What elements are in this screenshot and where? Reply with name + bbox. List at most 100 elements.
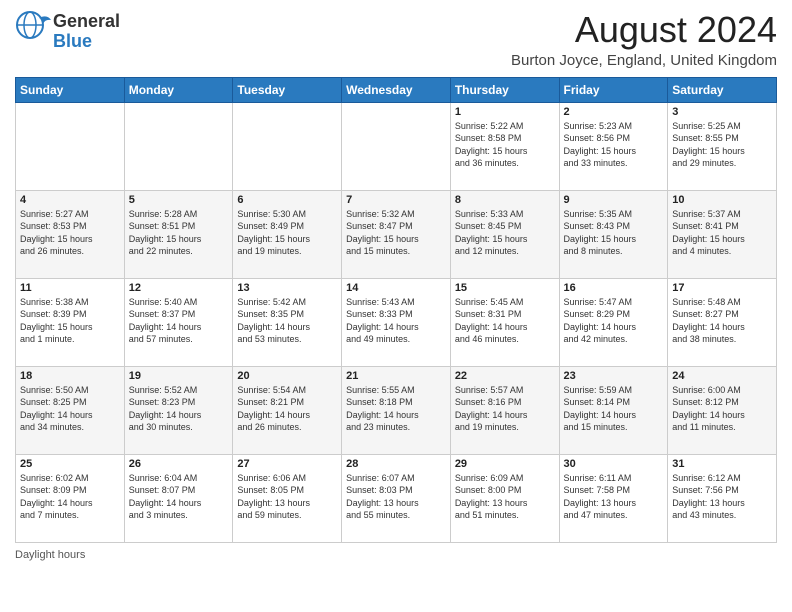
day-info: Sunrise: 5:43 AM Sunset: 8:33 PM Dayligh…	[346, 296, 446, 346]
calendar-week-row: 1Sunrise: 5:22 AM Sunset: 8:58 PM Daylig…	[16, 102, 777, 190]
calendar-week-row: 25Sunrise: 6:02 AM Sunset: 8:09 PM Dayli…	[16, 454, 777, 542]
day-number: 4	[20, 194, 120, 206]
calendar-cell: 30 Sunrise: 6:11 AM Sunset: 7:58 PM Dayli…	[559, 454, 668, 542]
calendar-cell: 17 Sunrise: 5:48 AM Sunset: 8:27 PM Dayli…	[668, 278, 777, 366]
day-info: Sunrise: 5:59 AM Sunset: 8:14 PM Dayligh…	[564, 384, 664, 434]
calendar-cell: 11Sunrise: 5:38 AM Sunset: 8:39 PM Dayli…	[16, 278, 125, 366]
day-info: Sunrise: 6:07 AM Sunset: 8:03 PM Dayligh…	[346, 472, 446, 522]
calendar-week-row: 4 Sunrise: 5:27 AM Sunset: 8:53 PM Daylig…	[16, 190, 777, 278]
day-info: Sunrise: 5:48 AM Sunset: 8:27 PM Dayligh…	[672, 296, 772, 346]
day-number: 10	[672, 194, 772, 206]
calendar-cell: 21 Sunrise: 5:55 AM Sunset: 8:18 PM Dayli…	[342, 366, 451, 454]
calendar-cell: 29Sunrise: 6:09 AM Sunset: 8:00 PM Dayli…	[450, 454, 559, 542]
day-info: Sunrise: 5:50 AM Sunset: 8:25 PM Dayligh…	[20, 384, 120, 434]
day-number: 27	[237, 458, 337, 470]
calendar-cell: 28 Sunrise: 6:07 AM Sunset: 8:03 PM Dayli…	[342, 454, 451, 542]
day-number: 30	[564, 458, 664, 470]
day-number: 16	[564, 282, 664, 294]
logo-icon	[15, 10, 53, 48]
logo-blue: Blue	[53, 31, 92, 51]
day-info: Sunrise: 6:09 AM Sunset: 8:00 PM Dayligh…	[455, 472, 555, 522]
day-info: Sunrise: 5:28 AM Sunset: 8:51 PM Dayligh…	[129, 208, 229, 258]
calendar-weekday: Wednesday	[342, 77, 451, 102]
calendar-weekday: Saturday	[668, 77, 777, 102]
calendar-cell	[342, 102, 451, 190]
day-number: 7	[346, 194, 446, 206]
day-info: Sunrise: 5:33 AM Sunset: 8:45 PM Dayligh…	[455, 208, 555, 258]
calendar-cell: 25Sunrise: 6:02 AM Sunset: 8:09 PM Dayli…	[16, 454, 125, 542]
day-info: Sunrise: 5:27 AM Sunset: 8:53 PM Dayligh…	[20, 208, 120, 258]
day-info: Sunrise: 6:12 AM Sunset: 7:56 PM Dayligh…	[672, 472, 772, 522]
calendar-cell: 16 Sunrise: 5:47 AM Sunset: 8:29 PM Dayli…	[559, 278, 668, 366]
day-number: 19	[129, 370, 229, 382]
logo-general: General	[53, 11, 120, 31]
day-number: 13	[237, 282, 337, 294]
header: General Blue August 2024 Burton Joyce, E…	[15, 10, 777, 69]
calendar-cell: 7 Sunrise: 5:32 AM Sunset: 8:47 PM Daylig…	[342, 190, 451, 278]
calendar-cell: 23 Sunrise: 5:59 AM Sunset: 8:14 PM Dayli…	[559, 366, 668, 454]
day-info: Sunrise: 5:47 AM Sunset: 8:29 PM Dayligh…	[564, 296, 664, 346]
logo-text: General Blue	[53, 12, 120, 52]
calendar-cell: 3 Sunrise: 5:25 AM Sunset: 8:55 PM Daylig…	[668, 102, 777, 190]
calendar-cell: 9 Sunrise: 5:35 AM Sunset: 8:43 PM Daylig…	[559, 190, 668, 278]
calendar-weekday: Tuesday	[233, 77, 342, 102]
day-number: 8	[455, 194, 555, 206]
calendar-cell: 18Sunrise: 5:50 AM Sunset: 8:25 PM Dayli…	[16, 366, 125, 454]
calendar-weekday: Friday	[559, 77, 668, 102]
day-number: 17	[672, 282, 772, 294]
day-number: 3	[672, 106, 772, 118]
calendar-cell: 12Sunrise: 5:40 AM Sunset: 8:37 PM Dayli…	[124, 278, 233, 366]
day-number: 5	[129, 194, 229, 206]
title-block: August 2024 Burton Joyce, England, Unite…	[120, 10, 777, 69]
day-info: Sunrise: 5:32 AM Sunset: 8:47 PM Dayligh…	[346, 208, 446, 258]
day-number: 26	[129, 458, 229, 470]
calendar-cell: 10Sunrise: 5:37 AM Sunset: 8:41 PM Dayli…	[668, 190, 777, 278]
calendar-cell: 27 Sunrise: 6:06 AM Sunset: 8:05 PM Dayli…	[233, 454, 342, 542]
day-info: Sunrise: 5:23 AM Sunset: 8:56 PM Dayligh…	[564, 120, 664, 170]
calendar-weekday: Sunday	[16, 77, 125, 102]
day-info: Sunrise: 5:57 AM Sunset: 8:16 PM Dayligh…	[455, 384, 555, 434]
day-number: 23	[564, 370, 664, 382]
day-number: 22	[455, 370, 555, 382]
page: General Blue August 2024 Burton Joyce, E…	[0, 0, 792, 612]
day-info: Sunrise: 6:11 AM Sunset: 7:58 PM Dayligh…	[564, 472, 664, 522]
day-info: Sunrise: 6:06 AM Sunset: 8:05 PM Dayligh…	[237, 472, 337, 522]
calendar-cell: 14Sunrise: 5:43 AM Sunset: 8:33 PM Dayli…	[342, 278, 451, 366]
day-number: 28	[346, 458, 446, 470]
day-info: Sunrise: 5:25 AM Sunset: 8:55 PM Dayligh…	[672, 120, 772, 170]
calendar-week-row: 11Sunrise: 5:38 AM Sunset: 8:39 PM Dayli…	[16, 278, 777, 366]
location: Burton Joyce, England, United Kingdom	[120, 52, 777, 69]
calendar-cell: 22 Sunrise: 5:57 AM Sunset: 8:16 PM Dayli…	[450, 366, 559, 454]
calendar-cell: 6 Sunrise: 5:30 AM Sunset: 8:49 PM Daylig…	[233, 190, 342, 278]
calendar: SundayMondayTuesdayWednesdayThursdayFrid…	[15, 77, 777, 543]
calendar-cell: 8 Sunrise: 5:33 AM Sunset: 8:45 PM Daylig…	[450, 190, 559, 278]
calendar-header-row: SundayMondayTuesdayWednesdayThursdayFrid…	[16, 77, 777, 102]
daylight-label: Daylight hours	[15, 549, 85, 561]
day-info: Sunrise: 5:35 AM Sunset: 8:43 PM Dayligh…	[564, 208, 664, 258]
day-number: 2	[564, 106, 664, 118]
calendar-cell: 1Sunrise: 5:22 AM Sunset: 8:58 PM Daylig…	[450, 102, 559, 190]
calendar-cell: 2 Sunrise: 5:23 AM Sunset: 8:56 PM Daylig…	[559, 102, 668, 190]
day-number: 31	[672, 458, 772, 470]
day-number: 25	[20, 458, 120, 470]
calendar-cell: 5 Sunrise: 5:28 AM Sunset: 8:51 PM Daylig…	[124, 190, 233, 278]
calendar-cell	[16, 102, 125, 190]
day-info: Sunrise: 5:30 AM Sunset: 8:49 PM Dayligh…	[237, 208, 337, 258]
day-number: 21	[346, 370, 446, 382]
footer: Daylight hours	[15, 549, 777, 561]
day-number: 9	[564, 194, 664, 206]
day-number: 1	[455, 106, 555, 118]
month-title: August 2024	[120, 10, 777, 50]
day-number: 15	[455, 282, 555, 294]
calendar-cell: 19Sunrise: 5:52 AM Sunset: 8:23 PM Dayli…	[124, 366, 233, 454]
day-info: Sunrise: 6:00 AM Sunset: 8:12 PM Dayligh…	[672, 384, 772, 434]
day-info: Sunrise: 5:54 AM Sunset: 8:21 PM Dayligh…	[237, 384, 337, 434]
day-info: Sunrise: 5:55 AM Sunset: 8:18 PM Dayligh…	[346, 384, 446, 434]
day-info: Sunrise: 5:40 AM Sunset: 8:37 PM Dayligh…	[129, 296, 229, 346]
calendar-cell: 13 Sunrise: 5:42 AM Sunset: 8:35 PM Dayli…	[233, 278, 342, 366]
day-number: 6	[237, 194, 337, 206]
calendar-cell: 31 Sunrise: 6:12 AM Sunset: 7:56 PM Dayli…	[668, 454, 777, 542]
calendar-cell	[124, 102, 233, 190]
logo: General Blue	[15, 10, 120, 53]
day-info: Sunrise: 5:42 AM Sunset: 8:35 PM Dayligh…	[237, 296, 337, 346]
